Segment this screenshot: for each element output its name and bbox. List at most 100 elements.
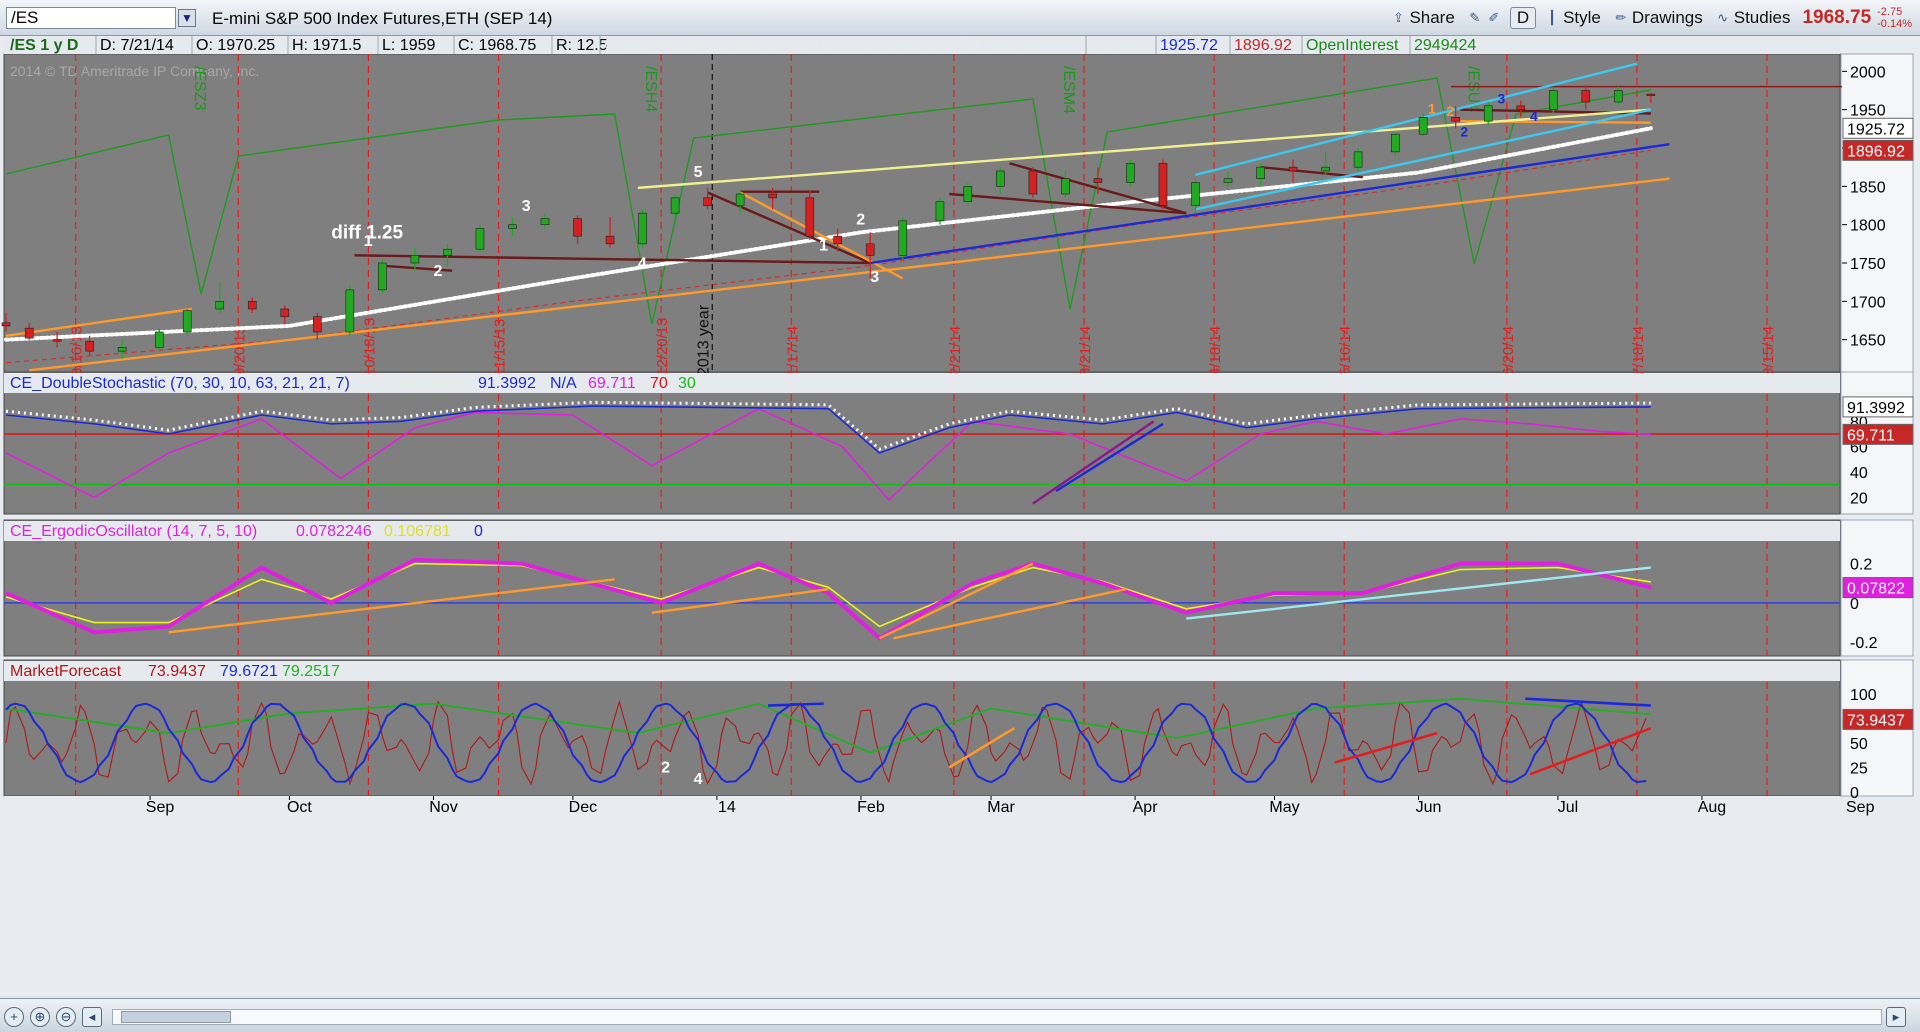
expiry-date-label: 6/20/14 [1500, 326, 1517, 376]
expiry-date-label: 5/16/14 [1337, 326, 1354, 376]
expiry-date-label: 4/18/14 [1207, 326, 1224, 376]
toolbar-actions: ⇪ Share ✎ ✐ D ┃ Style ✏ Drawings ∿ Studies 19… [1386, 6, 1912, 30]
drawings-button[interactable]: ✏ Drawings [1609, 7, 1707, 29]
price-ytick-label: 1950 [1850, 103, 1886, 120]
pane-1-background [3, 371, 1841, 515]
stoch-header-item-0: CE_DoubleStochastic (70, 30, 10, 63, 21,… [10, 375, 350, 392]
chart-area[interactable]: /ES 1 y D D: 7/21/14 O: 1970.25 H: 1971.5 L:… [0, 36, 1920, 996]
share-icon: ⇪ [1392, 10, 1404, 25]
expiry-date-label: 8/15/14 [1760, 326, 1777, 376]
wrench-icon: ✎ [1469, 10, 1481, 25]
x-axis-label: Aug [1698, 799, 1726, 816]
ergodic-tag-label: 0.07822 [1847, 581, 1905, 598]
candle-body [1256, 166, 1265, 179]
chevron-down-icon: ▼ [181, 11, 193, 25]
candle-body [247, 301, 257, 310]
price-ytick-label: 2000 [1850, 64, 1886, 81]
symbol-input[interactable]: /ES [6, 7, 176, 29]
expiry-date-label: 12/20/13 [654, 318, 671, 376]
candle-body [182, 310, 192, 333]
price-tag-label: 1925.72 [1847, 121, 1905, 138]
interval-button[interactable]: D [1509, 7, 1537, 29]
instrument-title: E-mini S&P 500 Index Futures,ETH (SEP 14… [212, 9, 553, 28]
wave-label: 1 [819, 238, 828, 255]
candle-body [605, 235, 615, 245]
price-ytick-label: 1750 [1850, 256, 1886, 273]
candle-body [1093, 178, 1103, 183]
price-header-item-2: O: 1970.25 [196, 37, 275, 54]
candle-body [963, 186, 973, 202]
price-header-item-1: D: 7/21/14 [100, 37, 174, 54]
expiry-date-label: 10/18/13 [361, 318, 378, 376]
candle-body [638, 212, 647, 245]
mf-header-item-2: 79.6721 [220, 663, 278, 680]
share-button[interactable]: ⇪ Share [1386, 7, 1458, 29]
zoom-out-button[interactable]: ⊖ [56, 1007, 76, 1027]
pane-0-background [3, 53, 1841, 383]
ergodic-header-item-3: 0 [474, 523, 483, 540]
wave-label: 3 [522, 198, 531, 215]
chart-scrollbar: + ⊕ ⊖ ◂ ▸ [0, 998, 1920, 1032]
candle-body [1191, 182, 1200, 206]
chevron-left-icon: ◂ [88, 1009, 96, 1024]
scroll-track[interactable] [112, 1009, 1882, 1025]
mf-header-bar [4, 661, 1840, 681]
candle-body [443, 248, 452, 256]
zoom-in-button[interactable]: ⊕ [30, 1007, 50, 1027]
style-button[interactable]: ┃ Style [1540, 7, 1605, 29]
candle-body [735, 193, 745, 206]
price-tag-label: 1896.92 [1847, 143, 1905, 160]
pencil-icon: ✏ [1615, 10, 1627, 25]
studies-button[interactable]: ∿ Studies [1711, 7, 1795, 29]
expiry-date-label: 11/15/13 [492, 319, 509, 376]
x-axis-label: Dec [569, 799, 597, 816]
zoom-in-icon: ⊕ [34, 1009, 46, 1024]
mf-ytick-label: 50 [1850, 736, 1868, 753]
candle-body [1223, 178, 1233, 183]
wave-label: 1 [364, 233, 373, 250]
price-header-item-3: H: 1971.5 [292, 37, 361, 54]
stoch-header-item-5: 70 [650, 375, 668, 392]
x-axis-label: Nov [429, 799, 457, 816]
x-axis-label: May [1269, 799, 1299, 816]
pen-icon: ✐ [1488, 10, 1500, 25]
scroll-right-button[interactable]: ▸ [1886, 1007, 1906, 1027]
scroll-left-button[interactable]: ◂ [82, 1007, 102, 1027]
pan-button[interactable]: + [4, 1007, 24, 1027]
wave-label: 5 [694, 164, 703, 181]
candle-body [935, 201, 945, 222]
mf-label: 4 [694, 771, 703, 788]
tools-button[interactable]: ✎ ✐ [1463, 9, 1506, 27]
mf-tag-label: 73.9437 [1847, 712, 1905, 729]
wave-label: 2 [1446, 103, 1454, 119]
candle-body [1614, 90, 1623, 103]
candle-body [85, 340, 94, 352]
price-ytick-label: 1850 [1850, 179, 1886, 196]
mf-header-item-0: MarketForecast [10, 663, 122, 680]
expiry-date-label: 8/16/13 [69, 326, 86, 376]
candle-body [1516, 105, 1526, 110]
wave-label: 1 [1428, 101, 1436, 117]
candle-body [410, 255, 420, 264]
chart-svg[interactable]: /ES 1 y D D: 7/21/14 O: 1970.25 H: 1971.5 L:… [0, 36, 1920, 996]
price-header-item-8: 1925.72 [1090, 37, 1148, 54]
price-header-item-7: CE_DoubleMovingAverage (CLOSE, 60, 0, CL… [604, 37, 1026, 54]
scroll-thumb[interactable] [121, 1011, 231, 1023]
candle-body [155, 331, 164, 348]
studies-icon: ∿ [1717, 10, 1729, 25]
wave-label: 2 [1460, 124, 1468, 140]
stoch-header-item-4: 69.711 [588, 375, 636, 392]
stoch-header-item-2: 91.3992 [478, 375, 536, 392]
candle-body [1288, 166, 1298, 172]
candle-body [540, 218, 550, 225]
symbol-dropdown-button[interactable]: ▼ [178, 9, 196, 27]
x-axis-label: Jul [1558, 799, 1578, 816]
candle-body [1353, 151, 1363, 168]
candle-body [1418, 117, 1428, 135]
candle-body [1390, 133, 1400, 153]
wave-label: 3 [1498, 91, 1506, 107]
wave-label: 2 [856, 212, 865, 229]
candle-body [1581, 90, 1591, 103]
price-ytick-label: 1650 [1850, 333, 1886, 350]
candle-body [280, 308, 290, 317]
